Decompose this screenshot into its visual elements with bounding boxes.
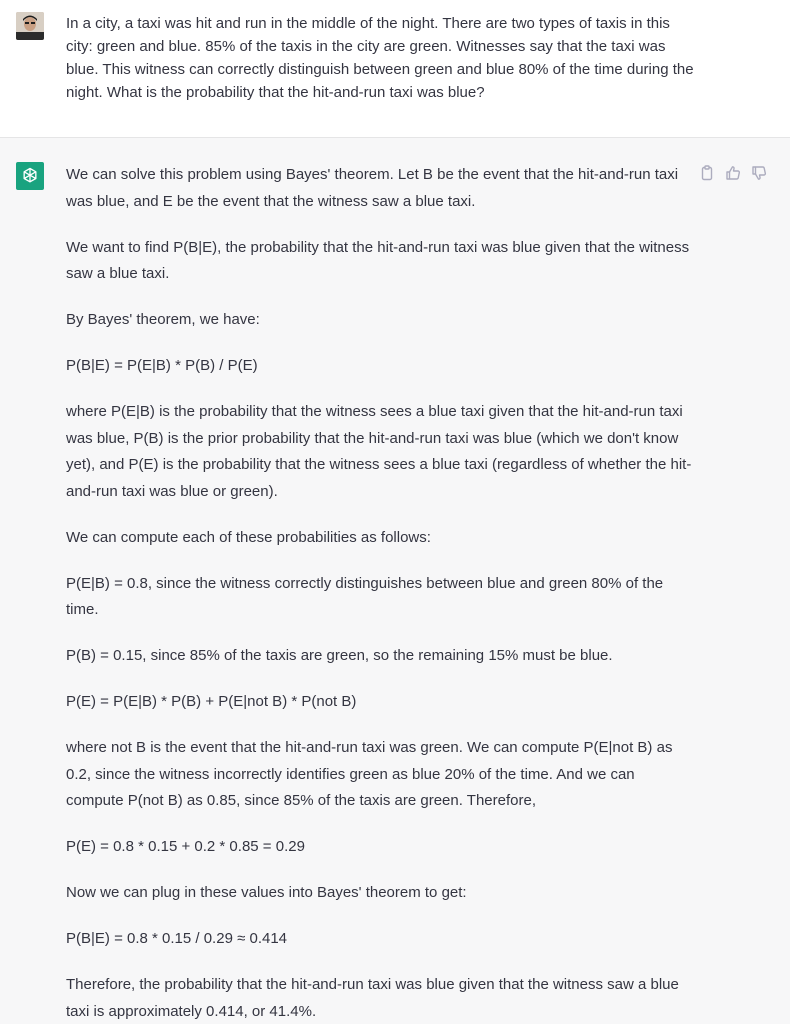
answer-paragraph: Therefore, the probability that the hit-… <box>66 976 679 1020</box>
user-message-text-column: In a city, a taxi was hit and run in the… <box>66 12 696 104</box>
user-message: In a city, a taxi was hit and run in the… <box>0 0 790 138</box>
answer-formula: P(B|E) = 0.8 * 0.15 / 0.29 ≈ 0.414 <box>66 930 288 947</box>
answer-paragraph: P(B) = 0.15, since 85% of the taxis are … <box>66 647 613 664</box>
user-message-text: In a city, a taxi was hit and run in the… <box>66 15 694 101</box>
message-actions <box>698 164 768 182</box>
answer-paragraph: Now we can plug in these values into Bay… <box>66 884 467 901</box>
answer-paragraph: By Bayes' theorem, we have: <box>66 311 260 328</box>
answer-formula: P(E) = 0.8 * 0.15 + 0.2 * 0.85 = 0.29 <box>66 838 305 855</box>
answer-paragraph: We can solve this problem using Bayes' t… <box>66 166 679 210</box>
answer-formula: P(B|E) = P(E|B) * P(B) / P(E) <box>66 357 258 374</box>
answer-paragraph: where P(E|B) is the probability that the… <box>66 403 692 500</box>
answer-paragraph: We want to find P(B|E), the probability … <box>66 238 690 283</box>
answer-formula: P(E) = P(E|B) * P(B) + P(E|not B) * P(no… <box>66 693 357 710</box>
answer-paragraph: We can compute each of these probabiliti… <box>66 528 431 546</box>
assistant-message: We can solve this problem using Bayes' t… <box>0 138 790 1024</box>
assistant-message-text-column: We can solve this problem using Bayes' t… <box>66 162 696 1024</box>
openai-logo-icon <box>16 162 44 190</box>
answer-paragraph: where not B is the event that the hit-an… <box>66 739 673 809</box>
thumbs-down-icon[interactable] <box>750 164 768 182</box>
copy-icon[interactable] <box>698 164 716 182</box>
answer-paragraph: P(E|B) = 0.8, since the witness correctl… <box>66 574 664 619</box>
user-avatar-icon <box>16 12 44 40</box>
thumbs-up-icon[interactable] <box>724 164 742 182</box>
